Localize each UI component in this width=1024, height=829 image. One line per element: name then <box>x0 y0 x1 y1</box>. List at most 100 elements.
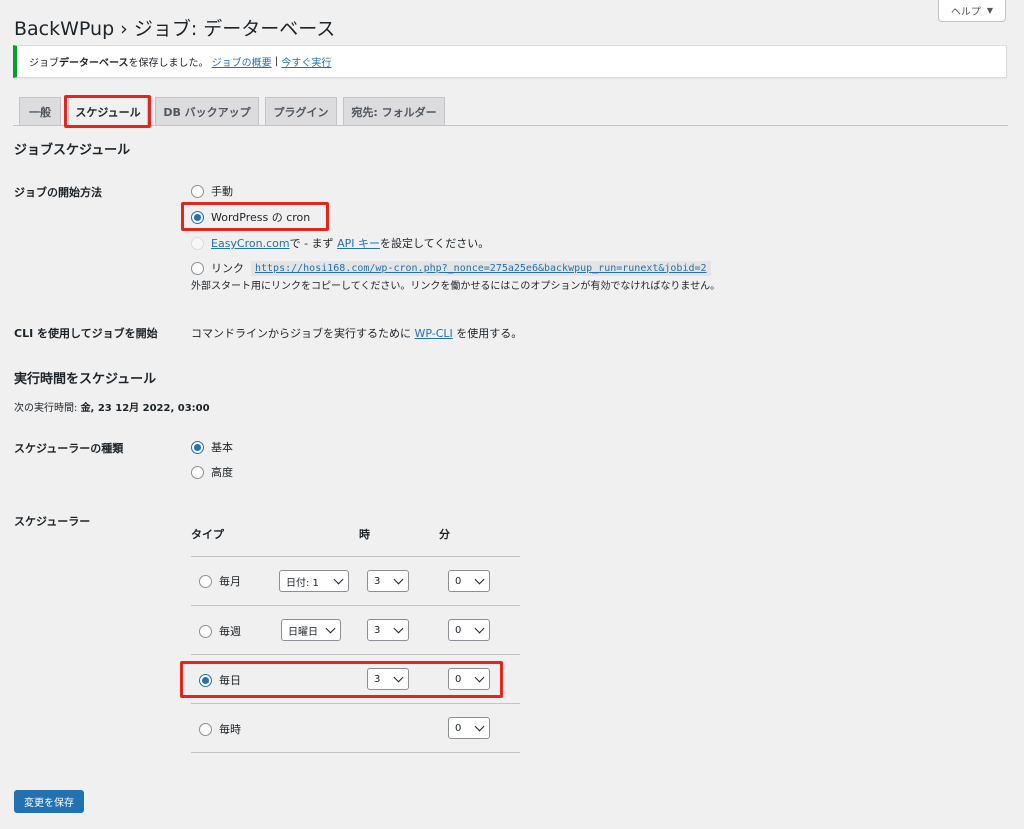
radio-wp-cron[interactable] <box>191 210 204 224</box>
scheduler-type-label: スケジューラーの種類 <box>14 442 124 455</box>
job-overview-link[interactable]: ジョブの概要 <box>212 54 272 69</box>
tab-general[interactable]: 一般 <box>19 97 61 126</box>
next-run: 次の実行時間: 金, 23 12月 2022, 03:00 <box>14 399 210 414</box>
monthly-day-value: 日付: 1 <box>286 577 319 589</box>
option-easycron: EasyCron.comで - まず API キーを設定してください。 <box>191 235 489 251</box>
row-weekly[interactable]: 毎週 <box>199 623 241 639</box>
link-help-text: 外部スタート用にリンクをコピーしてください。リンクを働かせるにはこのオプションが… <box>191 281 721 292</box>
weekly-minute-select[interactable]: 0 <box>448 619 490 641</box>
row-hourly[interactable]: 毎時 <box>199 721 241 737</box>
monthly-day-select[interactable]: 日付: 1 <box>279 570 349 592</box>
row-monthly-label: 毎月 <box>219 575 241 588</box>
chevron-down-icon <box>474 721 485 731</box>
weekly-hour-select[interactable]: 3 <box>367 619 409 641</box>
column-minute: 分 <box>439 528 450 541</box>
easycron-mid: で - まず <box>289 237 338 250</box>
notice-suffix: を保存しました。 <box>128 58 209 69</box>
external-start-url[interactable]: https://hosi168.com/wp-cron.php?_nonce=2… <box>251 260 711 276</box>
chevron-down-icon <box>474 672 485 682</box>
column-type: タイプ <box>191 528 224 541</box>
monthly-hour-value: 3 <box>374 575 381 587</box>
hourly-minute-select[interactable]: 0 <box>448 717 490 739</box>
help-button[interactable]: ヘルプ ▼ <box>938 0 1006 22</box>
option-wp-cron-label: WordPress の cron <box>211 211 311 224</box>
easycron-link[interactable]: EasyCron.com <box>211 237 290 250</box>
next-run-value: 金, 23 12月 2022, 03:00 <box>80 403 210 414</box>
daily-hour-select[interactable]: 3 <box>367 668 409 690</box>
weekly-day-value: 日曜日 <box>288 626 318 638</box>
weekly-minute-value: 0 <box>455 624 462 636</box>
row-monthly[interactable]: 毎月 <box>199 573 241 589</box>
table-divider <box>191 703 520 704</box>
notice-prefix: ジョブ <box>29 58 59 69</box>
notice-job-name: データーベース <box>59 58 129 69</box>
scheduler-label: スケジューラー <box>14 515 91 528</box>
option-basic[interactable]: 基本 <box>191 439 233 455</box>
start-method-label: ジョブの開始方法 <box>14 186 102 199</box>
caret-down-icon: ▼ <box>986 6 994 15</box>
monthly-hour-select[interactable]: 3 <box>367 570 409 592</box>
tab-plugins[interactable]: プラグイン <box>265 97 337 126</box>
option-manual-label: 手動 <box>211 185 233 198</box>
cli-description: コマンドラインからジョブを実行するために WP-CLI を使用する。 <box>191 325 522 341</box>
option-wp-cron[interactable]: WordPress の cron <box>191 209 310 225</box>
save-changes-button[interactable]: 変更を保存 <box>14 790 84 813</box>
radio-hourly[interactable] <box>199 722 212 736</box>
option-advanced[interactable]: 高度 <box>191 464 233 480</box>
radio-advanced[interactable] <box>191 465 204 479</box>
chevron-down-icon <box>333 574 344 584</box>
chevron-down-icon <box>474 623 485 633</box>
success-notice: ジョブ データーベース を保存しました。 ジョブの概要 | 今すぐ実行 <box>13 45 1007 78</box>
chevron-down-icon <box>325 623 336 633</box>
option-basic-label: 基本 <box>211 441 233 454</box>
hourly-minute-value: 0 <box>455 722 462 734</box>
api-key-link[interactable]: API キー <box>337 237 380 250</box>
page-title: BackWPup › ジョブ: データーベース <box>14 18 336 40</box>
table-divider <box>191 654 520 655</box>
option-advanced-label: 高度 <box>211 466 233 479</box>
option-manual[interactable]: 手動 <box>191 183 233 199</box>
radio-easycron <box>191 236 204 250</box>
wp-cli-link[interactable]: WP-CLI <box>415 327 453 340</box>
chevron-down-icon <box>474 574 485 584</box>
daily-hour-value: 3 <box>374 673 381 685</box>
row-daily[interactable]: 毎日 <box>199 672 241 688</box>
chevron-down-icon <box>393 672 404 682</box>
chevron-down-icon <box>393 574 404 584</box>
monthly-minute-select[interactable]: 0 <box>448 570 490 592</box>
radio-weekly[interactable] <box>199 624 212 638</box>
radio-basic[interactable] <box>191 440 204 454</box>
daily-minute-value: 0 <box>455 673 462 685</box>
daily-minute-select[interactable]: 0 <box>448 668 490 690</box>
cli-text-prefix: コマンドラインからジョブを実行するために <box>191 327 415 340</box>
cli-text-suffix: を使用する。 <box>452 327 523 340</box>
cli-label: CLI を使用してジョブを開始 <box>14 327 158 340</box>
radio-daily[interactable] <box>199 673 212 687</box>
tab-db-backup[interactable]: DB バックアップ <box>155 97 259 126</box>
next-run-label: 次の実行時間: <box>14 403 81 414</box>
column-hour: 時 <box>359 528 370 541</box>
run-schedule-heading: 実行時間をスケジュール <box>14 372 157 387</box>
radio-link[interactable] <box>191 261 204 275</box>
chevron-down-icon <box>393 623 404 633</box>
tab-destination-folder[interactable]: 宛先: フォルダー <box>343 97 445 126</box>
help-label: ヘルプ <box>950 7 981 18</box>
job-schedule-heading: ジョブスケジュール <box>14 143 131 158</box>
option-link[interactable]: リンク https://hosi168.com/wp-cron.php?_non… <box>191 260 711 276</box>
table-divider <box>191 605 520 606</box>
option-link-label: リンク <box>211 262 244 275</box>
table-divider <box>191 556 520 557</box>
radio-monthly[interactable] <box>199 574 212 588</box>
row-weekly-label: 毎週 <box>219 625 241 638</box>
weekly-day-select[interactable]: 日曜日 <box>281 619 341 641</box>
notice-separator: | <box>271 56 282 67</box>
table-divider <box>191 752 520 753</box>
row-daily-label: 毎日 <box>219 674 241 687</box>
easycron-suffix: を設定してください。 <box>379 237 490 250</box>
monthly-minute-value: 0 <box>455 575 462 587</box>
weekly-hour-value: 3 <box>374 624 381 636</box>
radio-manual[interactable] <box>191 184 204 198</box>
run-now-link[interactable]: 今すぐ実行 <box>281 54 331 69</box>
highlight-box-schedule-tab <box>64 95 151 128</box>
row-hourly-label: 毎時 <box>219 723 241 736</box>
